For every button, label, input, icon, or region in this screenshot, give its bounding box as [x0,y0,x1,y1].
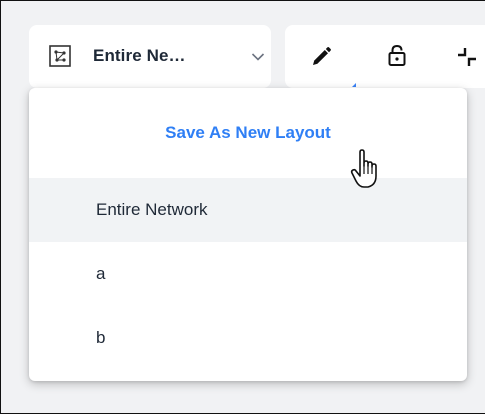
edit-active-indicator [352,83,356,87]
network-map-icon [49,45,71,67]
layout-toolbar [285,25,485,88]
layout-dropdown-menu: Save As New Layout Entire Network a b [29,88,467,381]
edit-pencil-icon[interactable] [309,45,333,69]
hand-pointer-icon [350,149,377,188]
save-as-new-layout-button[interactable]: Save As New Layout [29,88,467,178]
chevron-down-icon[interactable] [251,52,265,62]
layout-selector[interactable]: Entire Ne… [29,25,271,88]
layout-selector-value: Entire Ne… [93,46,186,65]
compress-arrows-icon[interactable] [455,45,479,69]
lock-icon[interactable] [385,43,409,67]
menu-item-a[interactable]: a [29,242,467,306]
menu-item-entire-network[interactable]: Entire Network [29,178,467,242]
menu-item-b[interactable]: b [29,306,467,370]
